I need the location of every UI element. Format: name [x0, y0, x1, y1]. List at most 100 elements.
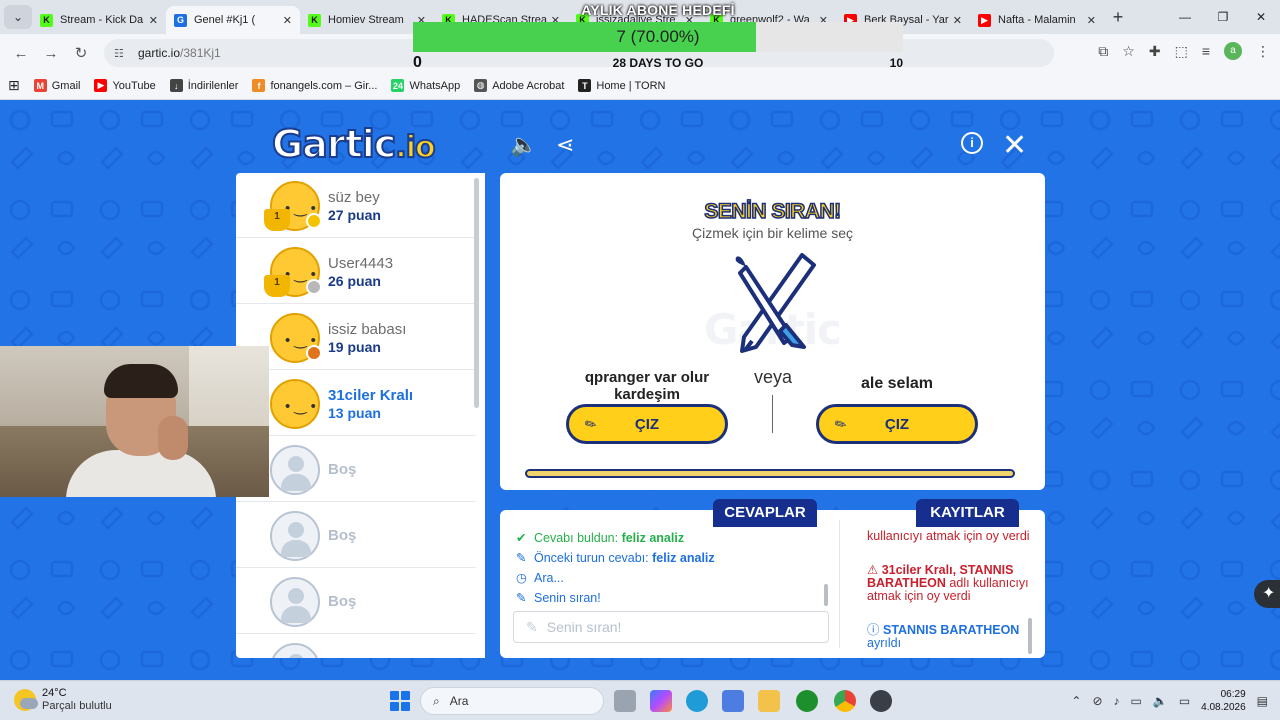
player-row[interactable]: Boş: [236, 503, 476, 568]
browser-tab[interactable]: ▶ Nafta - Malamin ✕: [970, 6, 1104, 34]
player-row[interactable]: • ‿ • issiz babası 19 puan: [236, 305, 476, 370]
share-icon[interactable]: ⋖: [556, 132, 574, 158]
minimize-button[interactable]: —: [1166, 0, 1204, 34]
chevron-up-icon[interactable]: ⌃: [1071, 694, 1081, 708]
answer-line: ◷ Ara...: [516, 570, 564, 585]
xbox-icon[interactable]: [796, 690, 818, 712]
apps-icon[interactable]: ⊞: [8, 77, 20, 94]
or-label: veya: [753, 367, 793, 387]
site-info-icon[interactable]: ☷: [114, 47, 128, 60]
goal-days-left: 28 DAYS TO GO: [612, 56, 704, 70]
close-tab-icon[interactable]: ✕: [283, 14, 292, 27]
bookmark-item[interactable]: f fonangels.com – Gir...: [252, 79, 377, 92]
close-window-button[interactable]: ✕: [1242, 0, 1280, 34]
player-row[interactable]: Boş: [236, 569, 476, 634]
toolbar-icons: ⧉ ☆ ✚ ⬚ ≡ a ⋮: [1098, 42, 1270, 60]
bookmark-item[interactable]: T Home | TORN: [578, 79, 665, 92]
player-row[interactable]: • ‿ • 1 User4443 26 puan: [236, 239, 476, 304]
reload-button[interactable]: ↻: [66, 44, 96, 62]
empty-avatar-icon: [270, 577, 320, 627]
gmail-icon: M: [33, 79, 47, 92]
notification-icon[interactable]: ▤: [1257, 694, 1268, 708]
draw-right-button[interactable]: ✎ ÇIZ: [816, 404, 978, 444]
bookmark-item[interactable]: ◍ Adobe Acrobat: [474, 79, 564, 92]
weather-widget[interactable]: 24°C Parçalı bulutlu: [14, 687, 112, 713]
cast-icon[interactable]: ⧉: [1098, 43, 1108, 60]
empty-avatar-icon: [270, 511, 320, 561]
player-score: 26 puan: [328, 273, 381, 289]
volume-icon[interactable]: 🔈: [1153, 694, 1168, 708]
bookmark-item[interactable]: 24 WhatsApp: [391, 79, 460, 92]
clock[interactable]: 06:29 4.08.2026: [1201, 688, 1246, 714]
browser-tab[interactable]: G Genel #Kj1 (✕: [166, 6, 300, 34]
player-row[interactable]: [236, 635, 476, 658]
network-off-icon[interactable]: ⊘: [1092, 694, 1102, 708]
extension-icon[interactable]: ✚: [1149, 43, 1161, 60]
info-icon[interactable]: i: [961, 132, 983, 154]
settings-icon[interactable]: [870, 690, 892, 712]
menu-icon[interactable]: ⋮: [1256, 43, 1270, 60]
url-host: gartic.io: [138, 46, 181, 60]
display-icon[interactable]: ▭: [1131, 694, 1142, 708]
chrome-icon[interactable]: [834, 690, 856, 712]
media-icon[interactable]: ≡: [1202, 43, 1210, 59]
answers-scrollbar[interactable]: [824, 584, 828, 606]
copilot-icon[interactable]: [650, 690, 672, 712]
close-tab-icon[interactable]: ✕: [953, 14, 962, 27]
player-name: User4443: [328, 255, 394, 272]
battery-icon[interactable]: ▭: [1179, 694, 1190, 708]
browser-tab[interactable]: K Stream - Kick Da ✕: [32, 6, 166, 34]
bookmark-star-icon[interactable]: ☆: [1122, 43, 1135, 60]
bookmark-label: fonangels.com – Gir...: [270, 79, 378, 92]
tab-title: Stream - Kick Da: [60, 14, 144, 26]
search-icon: ⌕: [433, 693, 440, 708]
answer-word: feliz analiz: [652, 551, 715, 565]
sound-icon[interactable]: 🔈: [510, 132, 537, 158]
tab-search-button[interactable]: ⌄: [4, 5, 32, 29]
pencil-icon: ✎: [581, 414, 600, 434]
player-list-scrollbar[interactable]: [474, 178, 479, 408]
microphone-icon[interactable]: ♪: [1114, 694, 1120, 708]
medal-dot: [306, 345, 322, 361]
maximize-button[interactable]: ❐: [1204, 0, 1242, 34]
draw-left-button[interactable]: ✎ ÇIZ: [566, 404, 728, 444]
task-view-icon[interactable]: [614, 690, 636, 712]
draw-right-label: ÇIZ: [884, 415, 910, 433]
bookmark-item[interactable]: M Gmail: [33, 79, 80, 92]
profile-avatar[interactable]: a: [1224, 42, 1242, 60]
answer-text: Senin sıran!: [534, 591, 601, 605]
close-icon[interactable]: ✕: [1002, 128, 1027, 163]
pencil-icon: ✎: [526, 618, 538, 635]
close-tab-icon[interactable]: ✕: [1087, 14, 1096, 27]
log-entry: kullanıcıyı atmak için oy verdi: [867, 529, 1030, 543]
player-row[interactable]: • ‿ • 31ciler Kralı 13 puan: [236, 371, 476, 436]
player-row[interactable]: • ‿ • 1 süz bey 27 puan: [236, 173, 476, 238]
store-icon[interactable]: [722, 690, 744, 712]
taskbar-search[interactable]: ⌕ Ara: [420, 687, 604, 715]
chat-input[interactable]: ✎ Senin sıran!: [513, 611, 829, 643]
close-tab-icon[interactable]: ✕: [149, 14, 158, 27]
sparkle-icon[interactable]: ✦: [1254, 580, 1280, 608]
bookmark-label: İndirilenler: [187, 79, 239, 92]
bookmark-item[interactable]: ↓ İndirilenler: [169, 79, 239, 92]
puzzle-icon[interactable]: ⬚: [1175, 43, 1188, 60]
chat-panel: ✔ Cevabı buldun: feliz analiz ✎ Önceki turu…: [500, 510, 1045, 658]
answer-word: feliz analiz: [621, 531, 685, 545]
new-tab-button[interactable]: +: [1104, 7, 1132, 28]
logs-scrollbar[interactable]: [1028, 618, 1032, 654]
player-score: 13 puan: [328, 405, 381, 421]
bookmark-item[interactable]: ▶ YouTube: [94, 79, 156, 92]
torn-icon: T: [578, 79, 592, 92]
tab-answers[interactable]: CEVAPLAR: [713, 499, 817, 527]
windows-start-icon[interactable]: [390, 691, 410, 711]
back-button[interactable]: ←: [6, 45, 36, 62]
tab-logs[interactable]: KAYITLAR: [916, 499, 1019, 527]
answer-text: Cevabı buldun:: [534, 531, 622, 545]
file-explorer-icon[interactable]: [758, 690, 780, 712]
edge-icon[interactable]: [686, 690, 708, 712]
player-row[interactable]: Boş: [236, 437, 476, 502]
window-controls: — ❐ ✕: [1166, 0, 1280, 34]
forward-button[interactable]: →: [36, 45, 66, 62]
logo-suffix: .io: [394, 129, 436, 166]
player-name: süz bey: [328, 189, 380, 206]
